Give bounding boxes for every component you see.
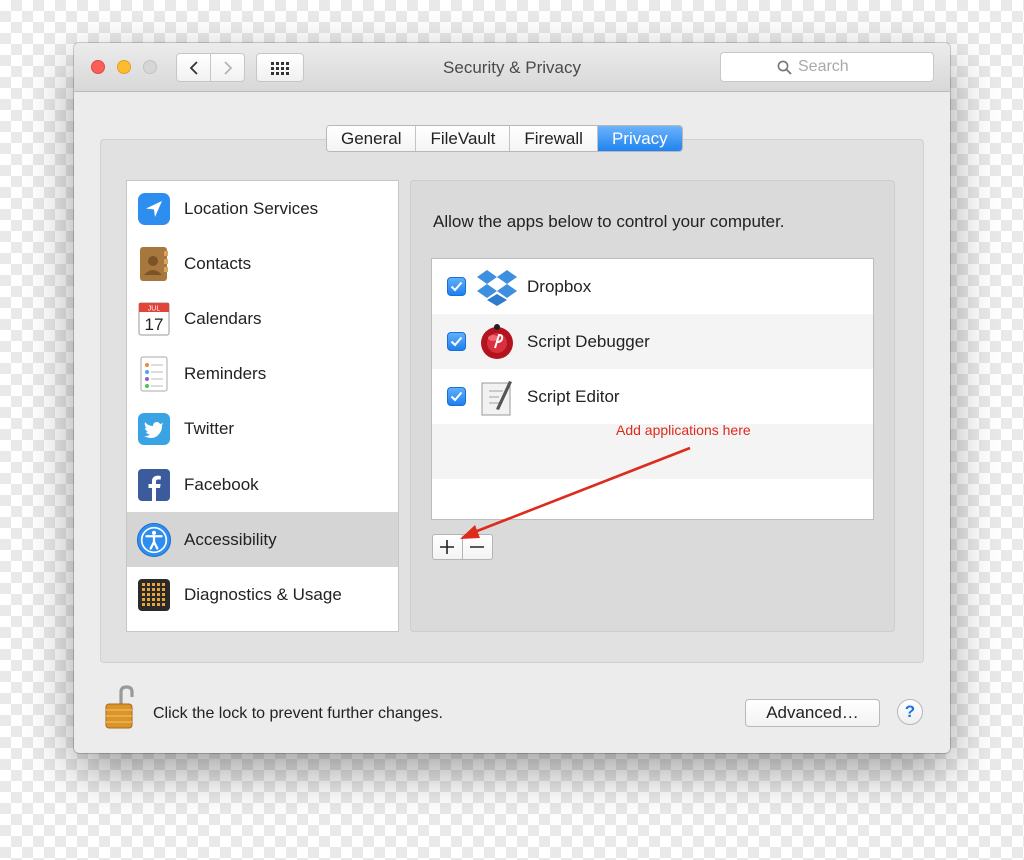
instruction-text: Allow the apps below to control your com… (433, 212, 785, 231)
sidebar-item-label: Diagnostics & Usage (184, 584, 342, 604)
checkmark-icon (450, 336, 463, 347)
twitter-bird-icon (136, 411, 172, 447)
app-name: Script Editor (527, 386, 620, 406)
title-bar: Security & Privacy (74, 43, 950, 92)
sidebar-item-label: Reminders (184, 364, 267, 384)
tab-filevault[interactable]: FileVault (416, 126, 511, 151)
search-field[interactable] (720, 52, 934, 82)
tab-general[interactable]: General (327, 126, 417, 151)
security-privacy-window: Security & Privacy General FileVault Fir… (74, 43, 950, 753)
add-remove-control (432, 534, 493, 560)
checkmark-icon (450, 391, 463, 402)
app-row-script-debugger[interactable]: Script Debugger (432, 314, 873, 369)
advanced-button[interactable]: Advanced… (745, 699, 880, 727)
svg-text:17: 17 (145, 315, 164, 334)
annotation-label: Add applications here (616, 422, 751, 438)
sidebar-item-reminders[interactable]: Reminders (127, 347, 398, 402)
checkmark-icon (450, 281, 463, 292)
lock-status-text: Click the lock to prevent further change… (153, 705, 443, 722)
sidebar-item-label: Location Services (184, 198, 319, 218)
tab-privacy[interactable]: Privacy (597, 126, 682, 151)
app-row-dropbox[interactable]: Dropbox (432, 259, 873, 314)
reminders-list-icon (136, 356, 172, 392)
sidebar-item-twitter[interactable]: Twitter (127, 402, 398, 457)
privacy-category-list: Location Services Contacts JUL 17 Calenda… (126, 180, 399, 632)
tab-bar: General FileVault Firewall Privacy (326, 125, 683, 152)
diagnostics-grid-icon (136, 577, 172, 613)
svg-text:JUL: JUL (148, 305, 161, 312)
tab-firewall[interactable]: Firewall (510, 126, 598, 151)
app-name: Script Debugger (527, 331, 650, 351)
add-app-button[interactable] (433, 535, 463, 559)
unlocked-padlock-icon[interactable] (104, 684, 138, 730)
app-row-script-editor[interactable]: Script Editor (432, 369, 873, 424)
sidebar-item-label: Accessibility (184, 529, 277, 549)
sidebar-item-label: Twitter (184, 419, 235, 439)
script-editor-checkbox[interactable] (447, 387, 466, 406)
sidebar-item-label: Facebook (184, 474, 259, 494)
help-button[interactable]: ? (897, 699, 923, 725)
dropbox-icon (476, 266, 518, 308)
script-debugger-icon (476, 321, 518, 363)
search-icon (777, 60, 792, 75)
script-editor-icon (476, 376, 518, 418)
empty-row (432, 479, 873, 519)
sidebar-item-accessibility[interactable]: Accessibility (127, 512, 398, 568)
sidebar-item-facebook[interactable]: Facebook (127, 457, 398, 512)
sidebar-item-contacts[interactable]: Contacts (127, 236, 398, 291)
location-arrow-icon (136, 191, 172, 227)
sidebar-item-location-services[interactable]: Location Services (127, 181, 398, 236)
contacts-book-icon (136, 246, 172, 282)
minus-icon (470, 546, 485, 548)
search-input[interactable] (798, 58, 928, 76)
dropbox-checkbox[interactable] (447, 277, 466, 296)
sidebar-item-label: Contacts (184, 253, 252, 273)
plus-icon (440, 540, 455, 554)
script-debugger-checkbox[interactable] (447, 332, 466, 351)
app-list: Dropbox Script Debugger Script Editor (431, 258, 874, 520)
facebook-icon (136, 467, 172, 503)
calendar-icon: JUL 17 (136, 301, 172, 337)
remove-app-button[interactable] (463, 535, 492, 559)
sidebar-item-label: Calendars (184, 308, 262, 328)
app-name: Dropbox (527, 276, 592, 296)
sidebar-item-calendars[interactable]: JUL 17 Calendars (127, 291, 398, 346)
accessibility-icon (136, 522, 172, 558)
sidebar-item-diagnostics-usage[interactable]: Diagnostics & Usage (127, 567, 398, 622)
